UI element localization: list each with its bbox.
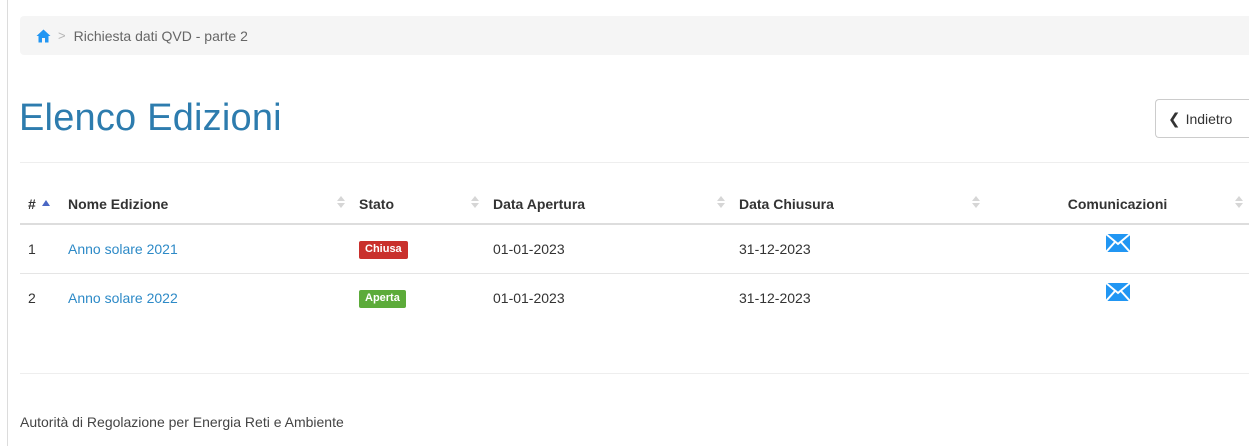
- home-icon[interactable]: [36, 29, 51, 43]
- divider: [20, 162, 1249, 163]
- sort-icon: [717, 196, 725, 210]
- close-date: 31-12-2023: [739, 289, 811, 306]
- left-border: [7, 0, 8, 446]
- table-row: 1 Anno solare 2021 Chiusa 01-01-2023 31-…: [20, 224, 1249, 274]
- status-badge: Aperta: [359, 289, 406, 308]
- table-header-row: # Nome Edizione Stato Data Apertura Data…: [20, 184, 1249, 225]
- footer-divider: [20, 373, 1249, 374]
- sort-icon: [972, 196, 980, 210]
- status-badge: Chiusa: [359, 240, 408, 259]
- column-header-number[interactable]: #: [20, 184, 60, 225]
- column-header-close-date[interactable]: Data Chiusura: [731, 184, 986, 225]
- row-number: 2: [28, 289, 36, 306]
- edition-link[interactable]: Anno solare 2022: [68, 290, 178, 306]
- close-date: 31-12-2023: [731, 224, 986, 274]
- back-button-label: Indietro: [1185, 110, 1233, 127]
- column-header-communications[interactable]: Comunicazioni: [986, 184, 1249, 225]
- column-header-name[interactable]: Nome Edizione: [60, 184, 351, 225]
- column-header-status[interactable]: Stato: [351, 184, 485, 225]
- envelope-icon[interactable]: [1104, 282, 1131, 302]
- sort-icon: [1235, 196, 1243, 210]
- breadcrumb-current: Richiesta dati QVD - parte 2: [73, 27, 248, 44]
- chevron-left-icon: ❮: [1168, 110, 1181, 128]
- table-row: 2 Anno solare 2022 Aperta 01-01-2023 31-…: [20, 273, 1249, 322]
- back-button[interactable]: ❮ Indietro: [1155, 99, 1249, 138]
- row-number: 1: [20, 224, 60, 274]
- envelope-icon[interactable]: [1104, 233, 1131, 253]
- editions-table: # Nome Edizione Stato Data Apertura Data…: [20, 184, 1249, 322]
- sort-ascending-icon: [41, 199, 50, 206]
- open-date: 01-01-2023: [485, 224, 731, 274]
- sort-icon: [471, 196, 479, 210]
- column-header-open-date[interactable]: Data Apertura: [485, 184, 731, 225]
- breadcrumb: > Richiesta dati QVD - parte 2: [20, 16, 1249, 55]
- footer-text: Autorità di Regolazione per Energia Reti…: [20, 414, 344, 430]
- edition-link[interactable]: Anno solare 2021: [68, 241, 178, 257]
- open-date: 01-01-2023: [493, 289, 565, 306]
- breadcrumb-separator: >: [58, 28, 66, 43]
- page-title: Elenco Edizioni: [19, 97, 282, 139]
- sort-icon: [337, 196, 345, 210]
